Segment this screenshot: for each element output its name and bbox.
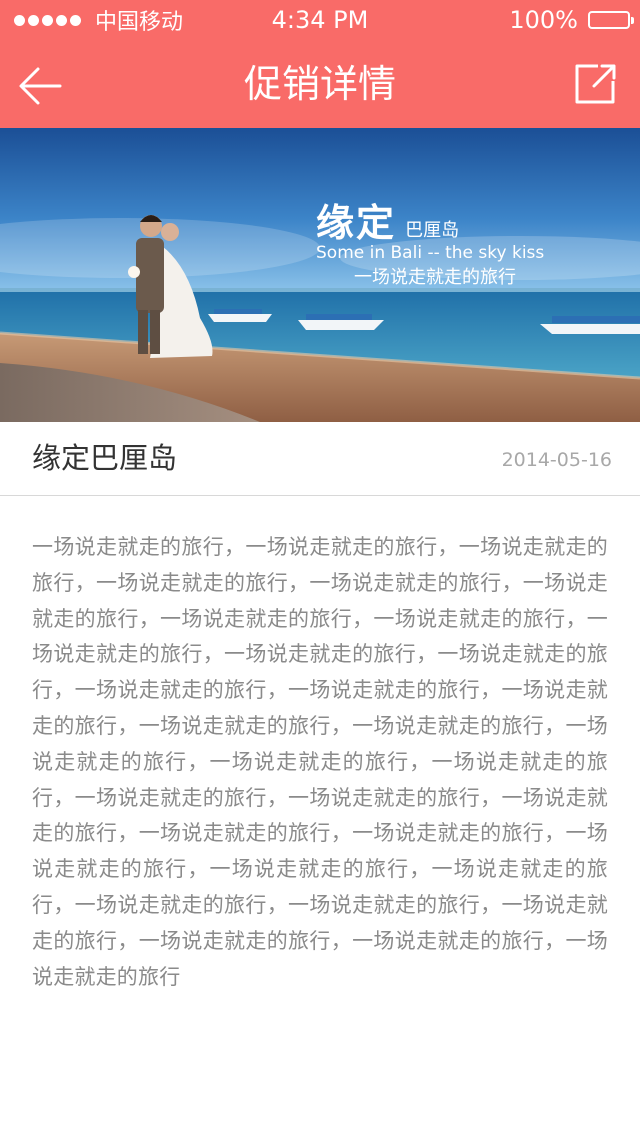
boat-2 <box>298 314 384 330</box>
post-date: 2014-05-16 <box>501 449 612 471</box>
back-arrow-icon <box>19 67 62 105</box>
post-header: 缘定巴厘岛 2014-05-16 <box>0 422 640 496</box>
status-bar: 中国移动 4:34 PM 100% <box>0 0 640 40</box>
back-button[interactable] <box>14 60 66 112</box>
header: 中国移动 4:34 PM 100% 促销详情 <box>0 0 640 128</box>
banner-headline: 缘定 <box>316 201 397 245</box>
battery-icon <box>588 11 634 29</box>
banner-tagline-cn: 一场说走就走的旅行 <box>354 267 516 288</box>
nav-bar: 促销详情 <box>0 40 640 128</box>
banner-tagline-en: Some in Bali -- the sky kiss <box>316 243 545 263</box>
post-body: 一场说走就走的旅行，一场说走就走的旅行，一场说走就走的旅行，一场说走就走的旅行，… <box>32 535 608 989</box>
share-icon <box>575 64 616 104</box>
banner-headline-group: 缘定 巴厘岛 Some in Bali -- the sky kiss 一场说走… <box>316 192 616 289</box>
page-title: 促销详情 <box>243 62 396 106</box>
banner-location: 巴厘岛 <box>405 220 460 241</box>
battery-group: 100% <box>509 0 634 40</box>
post-title: 缘定巴厘岛 <box>32 441 178 475</box>
boat-3 <box>540 316 640 334</box>
share-button[interactable] <box>574 62 618 106</box>
battery-percent: 100% <box>509 6 578 34</box>
promo-banner[interactable]: 缘定 巴厘岛 Some in Bali -- the sky kiss 一场说走… <box>0 128 640 422</box>
